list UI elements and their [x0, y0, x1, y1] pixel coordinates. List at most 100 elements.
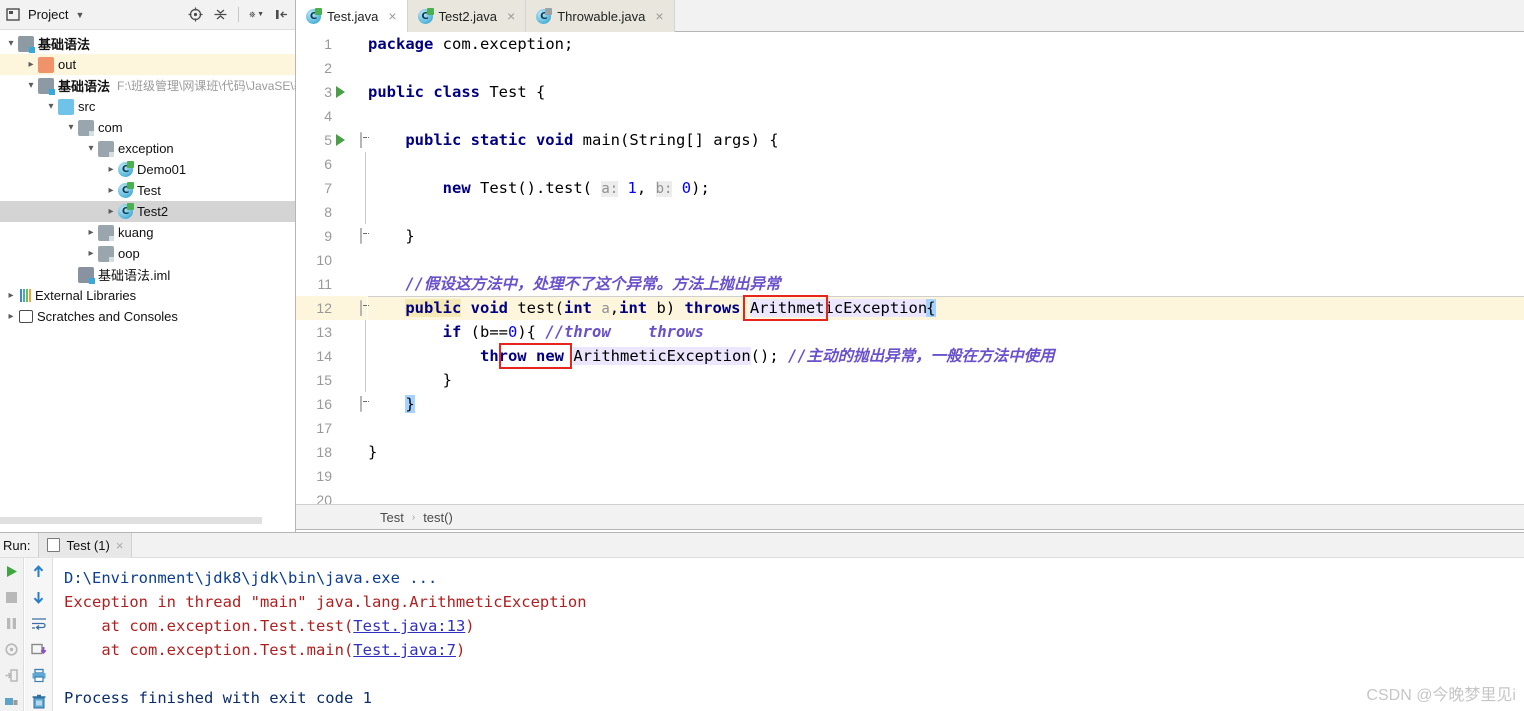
chevron-right-icon[interactable]: ▸ [84, 227, 98, 238]
code-line-15[interactable]: } [368, 368, 1524, 392]
tree-node-Test2[interactable]: ▸ C Test2 [0, 201, 295, 222]
settings-gear-icon[interactable]: ▼ [249, 7, 264, 22]
gutter-line-11[interactable]: 11 [296, 272, 368, 296]
chevron-right-icon[interactable]: ▸ [84, 248, 98, 259]
breadcrumb[interactable]: Test › test() [296, 504, 1524, 530]
soft-wrap-icon[interactable] [30, 615, 47, 632]
code-line-4[interactable] [368, 104, 1524, 128]
scrollbar-thumb[interactable] [0, 517, 262, 524]
gutter-line-14[interactable]: 14 [296, 344, 368, 368]
editor-tab-strip[interactable]: C Test.java × C Test2.java × C Throwable.java × [296, 0, 1524, 33]
code-line-14[interactable]: throw new ArithmeticException(); //主动的抛出… [368, 344, 1524, 368]
gutter-line-4[interactable]: 4 [296, 104, 368, 128]
gutter-line-18[interactable]: 18 [296, 440, 368, 464]
stacktrace-link[interactable]: Test.java:7 [353, 641, 456, 659]
stacktrace-link[interactable]: Test.java:13 [353, 617, 465, 635]
console-actions-toolbar[interactable] [25, 558, 53, 711]
collapse-all-icon[interactable] [213, 7, 228, 22]
gutter-line-2[interactable]: 2 [296, 56, 368, 80]
close-icon[interactable]: × [655, 9, 663, 23]
run-tab-test[interactable]: Test (1) × [38, 532, 133, 558]
code-line-6[interactable] [368, 152, 1524, 176]
editor-gutter[interactable]: 1 2 3 4 5 6 7 8 9 10 11 12 13 14 15 16 17 18 19 20 [296, 32, 368, 504]
gutter-line-19[interactable]: 19 [296, 464, 368, 488]
code-line-9[interactable]: } [368, 224, 1524, 248]
export-icon[interactable] [30, 641, 47, 658]
project-tree[interactable]: ▾ 基础语法 ▸ out ▾ 基础语法 F:\班级管理\网课班\代码\JavaSE\基 ▾ sr… [0, 30, 306, 327]
tree-node-oop[interactable]: ▸ oop [0, 243, 295, 264]
tree-node-ExternalLibraries[interactable]: ▸ External Libraries [0, 285, 295, 306]
gutter-line-12[interactable]: 12 [296, 296, 368, 320]
gutter-line-9[interactable]: 9 [296, 224, 368, 248]
chevron-down-icon[interactable]: ▾ [4, 38, 18, 49]
gutter-line-16[interactable]: 16 [296, 392, 368, 416]
tree-node-iml[interactable]: ▸ 基础语法.iml [0, 264, 295, 285]
code-line-20[interactable] [368, 488, 1524, 504]
trash-icon[interactable] [30, 693, 47, 710]
chevron-right-icon[interactable]: ▸ [24, 59, 38, 70]
gutter-line-10[interactable]: 10 [296, 248, 368, 272]
pause-icon[interactable] [3, 615, 20, 632]
project-horizontal-scrollbar[interactable] [0, 517, 262, 524]
breadcrumb-class[interactable]: Test [380, 510, 404, 525]
tree-node-exception[interactable]: ▾ exception [0, 138, 295, 159]
chevron-right-icon[interactable]: ▸ [4, 311, 18, 322]
gutter-line-1[interactable]: 1 [296, 32, 368, 56]
code-line-12[interactable]: public void test(int a,int b) throws Ari… [368, 296, 1524, 320]
dump-threads-icon[interactable] [3, 641, 20, 658]
code-line-13[interactable]: if (b==0){ //throw throws [368, 320, 1524, 344]
tree-node-Demo01[interactable]: ▸ C Demo01 [0, 159, 295, 180]
tree-node-kuang[interactable]: ▸ kuang [0, 222, 295, 243]
gutter-line-3[interactable]: 3 [296, 80, 368, 104]
run-gutter-icon[interactable] [336, 86, 345, 98]
editor-tab-test2-java[interactable]: C Test2.java × [407, 0, 527, 32]
code-line-8[interactable] [368, 200, 1524, 224]
editor-tab-throwable-java[interactable]: C Throwable.java × [526, 0, 675, 32]
code-line-16[interactable]: } [368, 392, 1524, 416]
gutter-line-8[interactable]: 8 [296, 200, 368, 224]
hide-panel-icon[interactable] [274, 7, 289, 22]
code-line-2[interactable] [368, 56, 1524, 80]
chevron-right-icon[interactable]: ▸ [104, 164, 118, 175]
gutter-line-5[interactable]: 5 [296, 128, 368, 152]
restore-layout-icon[interactable] [3, 667, 20, 684]
stop-icon[interactable] [3, 589, 20, 606]
gutter-line-15[interactable]: 15 [296, 368, 368, 392]
console-output[interactable]: D:\Environment\jdk8\jdk\bin\java.exe ...… [54, 558, 1524, 711]
code-line-5[interactable]: public static void main(String[] args) { [368, 128, 1524, 152]
tree-node-[interactable]: ▾ 基础语法 F:\班级管理\网课班\代码\JavaSE\基 [0, 75, 306, 96]
tree-node-com[interactable]: ▾ com [0, 117, 295, 138]
tree-node-Test[interactable]: ▸ C Test [0, 180, 295, 201]
gutter-line-20[interactable]: 20 [296, 488, 368, 504]
console-line-3[interactable]: at com.exception.Test.test(Test.java:13) [64, 614, 1524, 638]
tree-node-ScratchesandConsoles[interactable]: ▸ Scratches and Consoles [0, 306, 295, 327]
tree-node-out[interactable]: ▸ out [0, 54, 295, 75]
close-icon[interactable]: × [507, 9, 515, 23]
code-line-7[interactable]: new Test().test( a: 1, b: 0); [368, 176, 1524, 200]
breadcrumb-method[interactable]: test() [423, 510, 453, 525]
chevron-right-icon[interactable]: ▸ [64, 269, 78, 280]
close-icon[interactable]: × [116, 538, 124, 553]
editor-tab-test-java[interactable]: C Test.java × [296, 0, 408, 33]
chevron-down-icon[interactable]: ▼ [75, 10, 84, 20]
code-text-area[interactable]: package com.exception; public class Test… [368, 32, 1524, 504]
tree-node-[interactable]: ▾ 基础语法 [0, 33, 295, 54]
chevron-right-icon[interactable]: ▸ [104, 206, 118, 217]
code-line-11[interactable]: //假设这方法中，处理不了这个异常。方法上抛出异常 [368, 272, 1524, 296]
close-icon[interactable]: × [388, 9, 396, 23]
code-line-3[interactable]: public class Test { [368, 80, 1524, 104]
code-line-19[interactable] [368, 464, 1524, 488]
chevron-right-icon[interactable]: ▸ [104, 185, 118, 196]
code-line-1[interactable]: package com.exception; [368, 32, 1524, 56]
code-line-18[interactable]: } [368, 440, 1524, 464]
console-line-4[interactable]: at com.exception.Test.main(Test.java:7) [64, 638, 1524, 662]
tree-node-src[interactable]: ▾ src [0, 96, 295, 117]
run-gutter-icon[interactable] [336, 134, 345, 146]
scroll-up-icon[interactable] [30, 563, 47, 580]
settings-icon[interactable] [3, 693, 20, 710]
gutter-line-7[interactable]: 7 [296, 176, 368, 200]
print-icon[interactable] [30, 667, 47, 684]
code-line-10[interactable] [368, 248, 1524, 272]
locate-icon[interactable] [188, 7, 203, 22]
gutter-line-6[interactable]: 6 [296, 152, 368, 176]
